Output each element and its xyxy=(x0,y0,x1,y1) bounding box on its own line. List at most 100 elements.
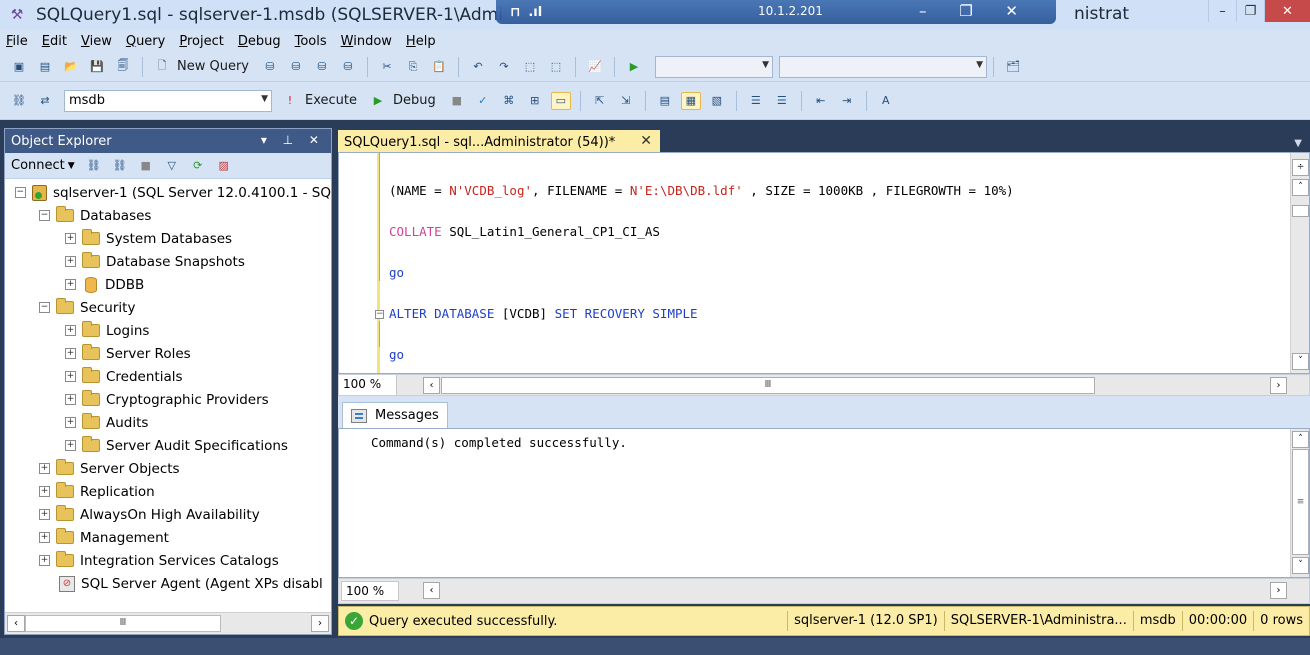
decrease-indent-icon[interactable]: ⇤ xyxy=(811,92,831,110)
expand-icon[interactable]: + xyxy=(65,233,76,244)
include-client-statistics-icon[interactable]: ⇲ xyxy=(616,92,636,110)
query-designer-icon[interactable]: ⊞ xyxy=(525,92,545,110)
database-engine-query-icon[interactable]: ⛁ xyxy=(260,58,280,76)
expand-icon[interactable]: + xyxy=(39,532,50,543)
uncomment-icon[interactable]: ☰ xyxy=(772,92,792,110)
connect-icon[interactable]: ⛓ xyxy=(9,92,29,110)
activity-monitor-icon[interactable]: ▨ xyxy=(214,157,234,175)
expand-icon[interactable]: + xyxy=(39,509,50,520)
expand-icon[interactable]: + xyxy=(65,348,76,359)
panel-controls[interactable]: ▾ ⊥ ✕ xyxy=(261,133,325,147)
scroll-right-button[interactable]: › xyxy=(311,615,329,632)
tree-node[interactable]: + DDBB xyxy=(5,273,331,296)
chevron-down-icon[interactable]: ▼ xyxy=(68,161,75,171)
split-window-icon[interactable]: ÷ xyxy=(1292,159,1309,176)
scroll-thumb[interactable]: Ⅲ xyxy=(25,615,221,632)
parse-icon[interactable]: ✓ xyxy=(473,92,493,110)
menu-query[interactable]: Query xyxy=(126,34,166,49)
scroll-left-button[interactable]: ‹ xyxy=(423,582,440,599)
menu-view[interactable]: View xyxy=(81,34,112,49)
debug-icon[interactable]: ▶ xyxy=(368,92,388,110)
query-editor[interactable]: (NAME = N'VCDB_log', FILENAME = N'E:\DB\… xyxy=(338,152,1310,374)
scroll-thumb[interactable]: ≡ xyxy=(1292,449,1309,555)
include-actual-plan-icon[interactable]: ⇱ xyxy=(590,92,610,110)
active-files-dropdown-icon[interactable]: ▼ xyxy=(1294,138,1302,149)
tree-node[interactable]: + Credentials xyxy=(5,365,331,388)
expand-icon[interactable]: + xyxy=(65,417,76,428)
expand-icon[interactable]: + xyxy=(65,371,76,382)
tree-node[interactable]: − Databases xyxy=(5,204,331,227)
scroll-up-button[interactable]: ˄ xyxy=(1292,179,1309,196)
filter-icon[interactable]: ▽ xyxy=(162,157,182,175)
debug-button[interactable]: Debug xyxy=(393,93,436,108)
close-tab-icon[interactable]: ✕ xyxy=(640,133,652,149)
disconnect-icon[interactable]: ⛓ xyxy=(110,157,130,175)
tree-node[interactable]: ⊘ SQL Server Agent (Agent XPs disabl xyxy=(5,572,331,595)
tree-node[interactable]: + Management xyxy=(5,526,331,549)
editor-vertical-scrollbar[interactable]: ÷ ˄ ˅ xyxy=(1290,153,1309,373)
scroll-down-button[interactable]: ˅ xyxy=(1292,557,1309,574)
expand-icon[interactable]: + xyxy=(39,463,50,474)
tree-node[interactable]: + Server Objects xyxy=(5,457,331,480)
collapse-icon[interactable]: − xyxy=(15,187,26,198)
menu-tools[interactable]: Tools xyxy=(295,34,327,49)
menu-edit[interactable]: Edit xyxy=(42,34,67,49)
find-dropdown[interactable]: ▼ xyxy=(779,55,987,78)
expand-icon[interactable]: + xyxy=(39,486,50,497)
collapse-icon[interactable]: − xyxy=(39,302,50,313)
pin-icon[interactable]: ⊓ xyxy=(510,5,520,20)
available-databases-dropdown[interactable]: msdb ▼ xyxy=(64,89,272,112)
expand-icon[interactable]: + xyxy=(65,394,76,405)
rdp-window-controls[interactable]: – ❐ ✕ xyxy=(919,2,1032,20)
expand-icon[interactable]: + xyxy=(39,555,50,566)
menu-project[interactable]: Project xyxy=(179,34,224,49)
start-icon[interactable]: ▶ xyxy=(624,58,644,76)
connect-dropdown-button[interactable]: Connect xyxy=(11,158,65,173)
properties-icon[interactable]: 🗂 xyxy=(1003,58,1023,76)
tree-node[interactable]: − Security xyxy=(5,296,331,319)
analysis-services-dmx-query-icon[interactable]: ⛁ xyxy=(312,58,332,76)
menu-debug[interactable]: Debug xyxy=(238,34,281,49)
new-query-icon[interactable]: 🗋 xyxy=(152,58,172,76)
new-query-button[interactable]: New Query xyxy=(177,59,249,74)
cut-icon[interactable]: ✂ xyxy=(377,58,397,76)
tree-node[interactable]: + AlwaysOn High Availability xyxy=(5,503,331,526)
expand-icon[interactable]: + xyxy=(65,440,76,451)
execute-button[interactable]: Execute xyxy=(305,93,357,108)
intellisense-icon[interactable]: ▭ xyxy=(550,91,571,110)
tree-node[interactable]: + Server Audit Specifications xyxy=(5,434,331,457)
tree-node[interactable]: + Database Snapshots xyxy=(5,250,331,273)
restore-button[interactable]: ❐ xyxy=(1236,0,1264,22)
editor-zoom-dropdown[interactable]: 100 % ▼ xyxy=(339,375,397,410)
tree-node[interactable]: + Cryptographic Providers xyxy=(5,388,331,411)
scroll-left-button[interactable]: ‹ xyxy=(7,615,25,632)
connect-object-explorer-icon[interactable]: ⛓ xyxy=(84,157,104,175)
collapse-icon[interactable]: − xyxy=(375,310,384,319)
scroll-left-button[interactable]: ‹ xyxy=(423,377,440,394)
new-project-icon[interactable]: ▣ xyxy=(9,58,29,76)
execute-icon[interactable]: ! xyxy=(280,92,300,110)
increase-indent-icon[interactable]: ⇥ xyxy=(837,92,857,110)
results-to-text-icon[interactable]: ▤ xyxy=(655,92,675,110)
activity-monitor-icon[interactable]: 📈 xyxy=(585,58,605,76)
redo-icon[interactable]: ↷ xyxy=(494,58,514,76)
tree-node[interactable]: + Server Roles xyxy=(5,342,331,365)
tab-messages[interactable]: Messages xyxy=(342,402,448,428)
tree-node[interactable]: − sqlserver-1 (SQL Server 12.0.4100.1 - S… xyxy=(5,181,331,204)
scroll-up-button[interactable]: ˄ xyxy=(1292,431,1309,448)
scroll-right-button[interactable]: › xyxy=(1270,377,1287,394)
change-connection-icon[interactable]: ⇄ xyxy=(35,92,55,110)
copy-icon[interactable]: ⎘ xyxy=(403,58,423,76)
menu-help[interactable]: Help xyxy=(406,34,436,49)
tree-node[interactable]: + Integration Services Catalogs xyxy=(5,549,331,572)
scroll-thumb[interactable] xyxy=(1292,205,1309,217)
tab-sqlquery1[interactable]: SQLQuery1.sql - sql...Administrator (54)… xyxy=(338,130,660,154)
menu-file[interactable]: File xyxy=(6,34,28,49)
minimize-button[interactable]: – xyxy=(1208,0,1236,22)
menu-window[interactable]: Window xyxy=(341,34,392,49)
analysis-services-xmla-query-icon[interactable]: ⛁ xyxy=(338,58,358,76)
navigate-forward-icon[interactable]: ⬚ xyxy=(546,58,566,76)
results-zoom-dropdown[interactable]: 100 % ▼ xyxy=(341,581,399,617)
scroll-down-button[interactable]: ˅ xyxy=(1292,353,1309,370)
messages-pane[interactable]: Command(s) completed successfully. ˄ ≡ ˅ xyxy=(338,428,1310,578)
